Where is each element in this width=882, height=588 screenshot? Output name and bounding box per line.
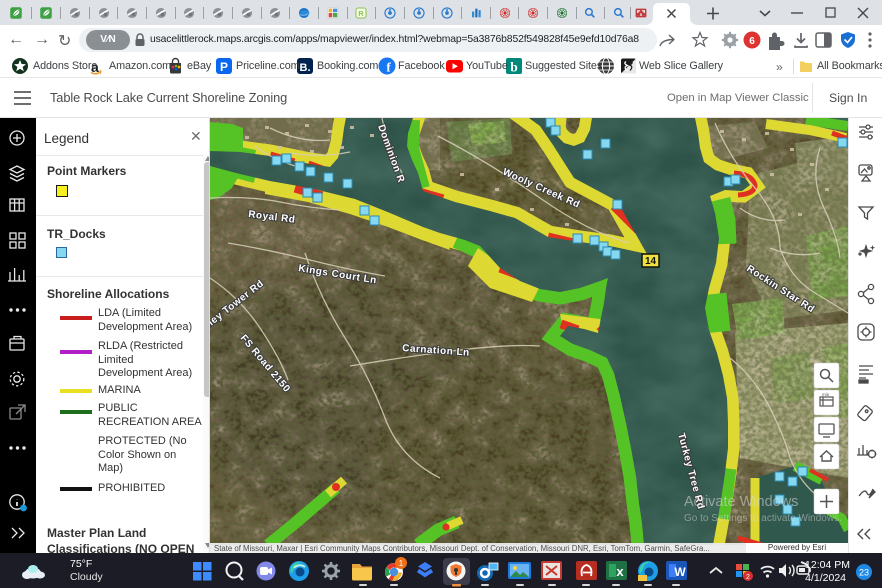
svg-text:Go to Settings to activate Win: Go to Settings to activate Windows. xyxy=(684,513,842,524)
svg-text:x: x xyxy=(616,564,624,579)
svg-text:»: » xyxy=(776,60,783,74)
svg-text:4/1/2024: 4/1/2024 xyxy=(805,572,846,584)
svg-text:B.: B. xyxy=(300,62,311,74)
svg-text:b: b xyxy=(510,60,518,75)
svg-text:W: W xyxy=(674,565,686,579)
svg-text:23: 23 xyxy=(859,568,869,578)
svg-text:1: 1 xyxy=(399,559,404,568)
svg-text:min: min xyxy=(822,392,830,397)
svg-text:f: f xyxy=(386,60,391,75)
svg-text:6: 6 xyxy=(749,36,755,47)
svg-text:P: P xyxy=(220,60,228,74)
svg-text:Cloudy: Cloudy xyxy=(70,571,103,583)
svg-text:Activate Windows: Activate Windows xyxy=(684,494,798,510)
svg-text:2: 2 xyxy=(746,574,750,581)
svg-text:12:04 PM: 12:04 PM xyxy=(805,559,850,571)
svg-text:14: 14 xyxy=(645,256,657,267)
svg-text:75°F: 75°F xyxy=(70,558,92,570)
